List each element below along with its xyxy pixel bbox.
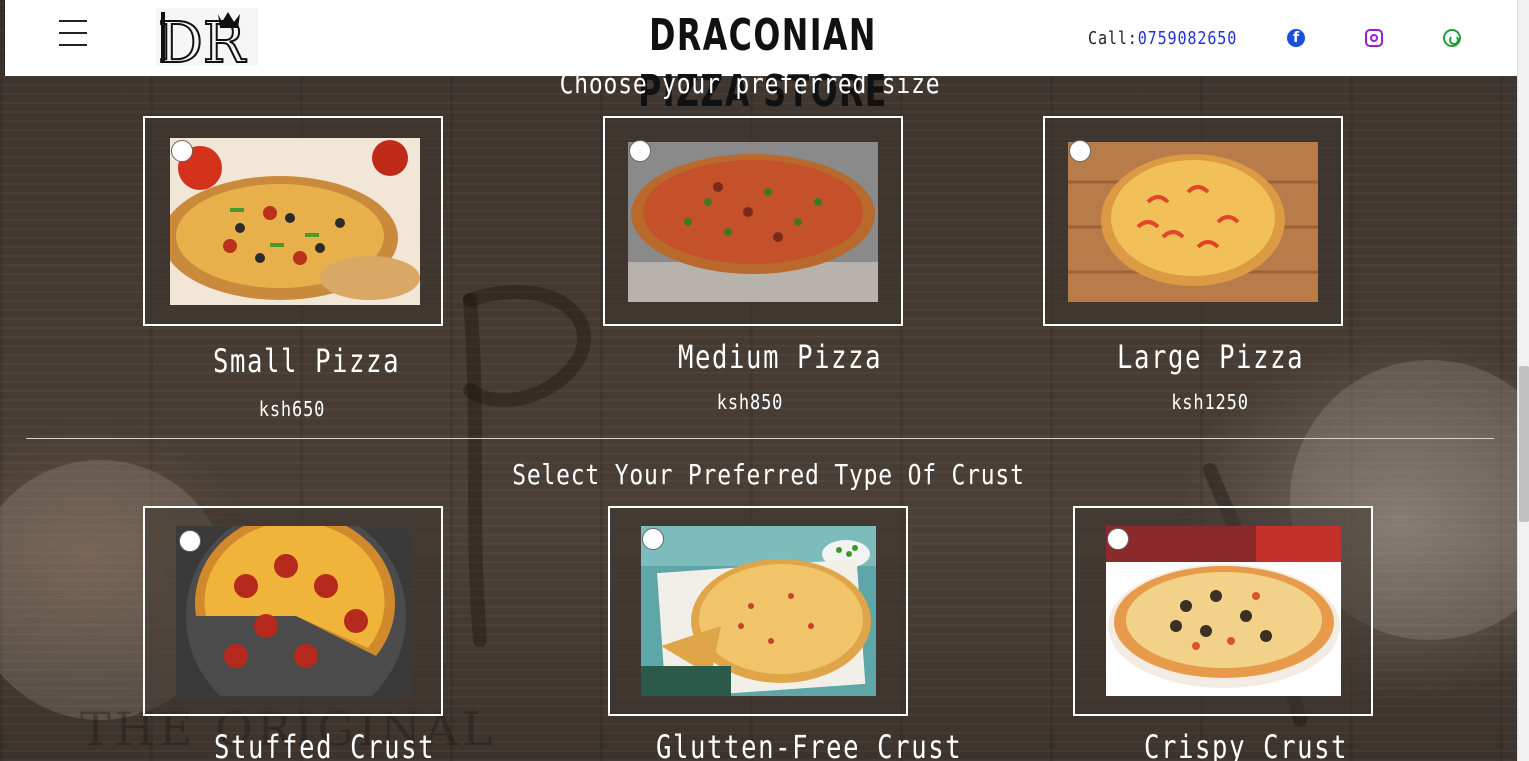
instagram-icon[interactable] xyxy=(1365,29,1383,47)
small-pizza-image xyxy=(170,138,420,305)
crust-option-stuffed-card[interactable] xyxy=(143,506,443,716)
call-label: Call: xyxy=(1088,28,1138,49)
site-header: DR DRACONIAN PIZZA STORE Call:0759082650 xyxy=(4,0,1517,117)
size-small-radio[interactable] xyxy=(171,140,193,162)
facebook-icon[interactable] xyxy=(1287,29,1305,47)
size-option-small-price: ksh650 xyxy=(258,397,326,421)
svg-text:DR: DR xyxy=(158,11,247,66)
crispy-crust-image xyxy=(1106,526,1341,696)
crust-section-title: Select Your Preferred Type Of Crust xyxy=(512,458,1025,491)
size-option-medium-name: Medium Pizza xyxy=(678,338,883,376)
scrollbar-thumb[interactable] xyxy=(1519,366,1529,522)
call-info: Call:0759082650 xyxy=(1088,26,1237,52)
size-option-medium-card[interactable] xyxy=(603,116,903,326)
size-option-large-name: Large Pizza xyxy=(1117,338,1305,376)
whatsapp-icon[interactable] xyxy=(1443,29,1461,47)
crust-crispy-radio[interactable] xyxy=(1107,528,1129,550)
section-divider xyxy=(26,438,1494,439)
medium-pizza-image xyxy=(628,142,878,302)
size-option-small-card[interactable] xyxy=(143,116,443,326)
crust-option-gluten-free-name: Glutten-Free Crust xyxy=(656,728,963,761)
size-medium-radio[interactable] xyxy=(629,140,651,162)
stuffed-crust-image xyxy=(176,526,411,696)
size-option-small-name: Small Pizza xyxy=(213,342,401,380)
menu-icon[interactable] xyxy=(57,20,89,50)
crust-option-gluten-free-card[interactable] xyxy=(608,506,908,716)
crust-stuffed-radio[interactable] xyxy=(179,530,201,552)
brand-title: DRACONIAN PIZZA STORE xyxy=(638,10,888,117)
store-logo[interactable]: DR xyxy=(156,8,258,77)
size-large-radio[interactable] xyxy=(1069,140,1091,162)
crust-option-crispy-card[interactable] xyxy=(1073,506,1373,716)
size-option-large-price: ksh1250 xyxy=(1171,390,1249,414)
size-option-large-card[interactable] xyxy=(1043,116,1343,326)
large-pizza-image xyxy=(1068,142,1318,302)
crust-option-crispy-name: Crispy Crust xyxy=(1144,728,1349,761)
phone-link[interactable]: 0759082650 xyxy=(1138,28,1237,49)
size-section-title: Choose your preferred size xyxy=(559,67,941,100)
crust-option-stuffed-name: Stuffed Crust xyxy=(214,728,436,761)
size-option-medium-price: ksh850 xyxy=(716,390,784,414)
gluten-free-crust-image xyxy=(641,526,876,696)
crust-gluten-free-radio[interactable] xyxy=(642,528,664,550)
